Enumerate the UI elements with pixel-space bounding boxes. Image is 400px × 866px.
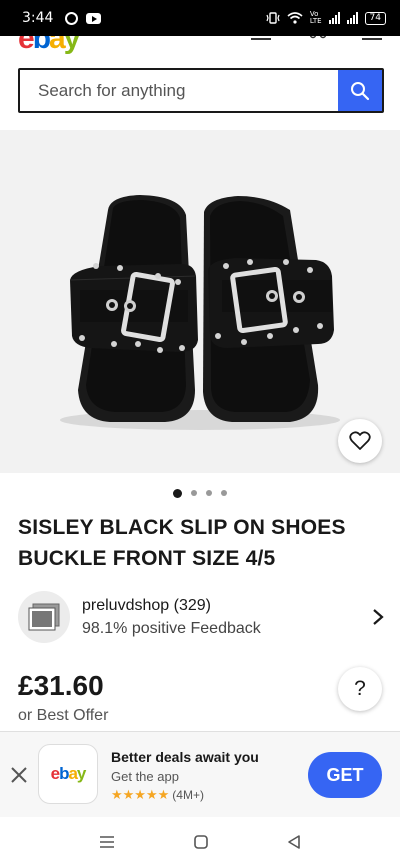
watch-button[interactable] (338, 419, 382, 463)
listing-title: SISLEY BLACK SLIP ON SHOES BUCKLE FRONT … (18, 516, 346, 570)
chevron-right-icon (373, 609, 384, 625)
search-button[interactable] (338, 70, 382, 111)
home-icon[interactable] (193, 834, 209, 850)
question-icon: ? (354, 677, 366, 700)
seller-row[interactable]: preluvdshop (329) 98.1% positive Feedbac… (18, 589, 384, 645)
signal-icon-2 (346, 12, 358, 24)
stars-icon: ★★★★★ (111, 787, 170, 802)
help-button[interactable]: ? (338, 667, 382, 711)
product-image (60, 195, 340, 430)
ebay-header: ebay (0, 36, 400, 58)
app-install-banner: ebay Better deals await you Get the app … (0, 731, 400, 817)
banner-subtitle: Get the app (111, 769, 179, 784)
youtube-icon (86, 12, 102, 24)
signal-icon (328, 12, 340, 24)
heart-icon (349, 431, 371, 450)
recent-apps-icon[interactable] (98, 834, 116, 850)
wifi-icon (287, 12, 303, 24)
close-icon[interactable] (10, 766, 28, 784)
pagination-dot[interactable] (191, 490, 197, 496)
seller-name: preluvdshop (329) (82, 596, 211, 614)
price: £31.60 (18, 670, 104, 701)
whatsapp-icon (65, 11, 79, 25)
search-icon (351, 81, 370, 100)
search-input[interactable] (20, 70, 338, 111)
photo-icon (28, 603, 60, 631)
seller-feedback: 98.1% positive Feedback (82, 619, 261, 637)
seller-avatar (18, 591, 70, 643)
battery-icon: 74 (364, 11, 386, 25)
banner-title: Better deals await you (111, 749, 259, 765)
status-time: 3:44 (22, 10, 54, 26)
pagination-dot[interactable] (206, 490, 212, 496)
get-app-button[interactable]: GET (308, 752, 382, 798)
status-bar: 3:44 Vo LTE 74 (0, 0, 400, 36)
back-icon[interactable] (286, 834, 302, 850)
menu-icon[interactable] (362, 36, 382, 40)
account-icon[interactable] (308, 36, 328, 42)
product-image-gallery[interactable] (0, 130, 400, 473)
ebay-app-icon: ebay (38, 744, 98, 804)
vibrate-icon (266, 12, 280, 24)
pagination-dot[interactable] (221, 490, 227, 496)
star-rating: ★★★★★ (4M+) (111, 787, 204, 803)
cart-icon[interactable] (251, 36, 271, 40)
image-pagination (0, 488, 400, 498)
best-offer-text: or Best Offer (18, 707, 109, 724)
volte-icon: Vo LTE (309, 10, 322, 25)
search-bar (18, 68, 384, 113)
ebay-logo[interactable]: ebay (18, 36, 80, 56)
pagination-dot[interactable] (173, 488, 182, 498)
system-nav-bar (0, 817, 400, 866)
rating-count: (4M+) (172, 788, 204, 802)
